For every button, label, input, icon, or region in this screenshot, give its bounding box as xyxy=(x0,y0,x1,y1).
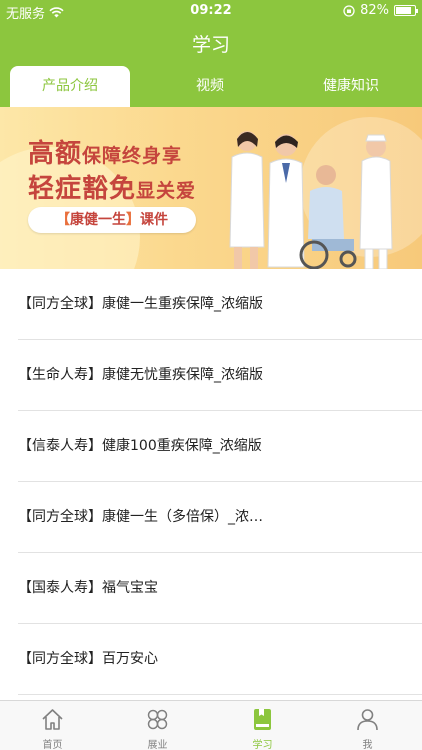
tabbar-item-me[interactable]: 我 xyxy=(315,701,420,750)
tab-bar-top: 产品介绍 视频 健康知识 xyxy=(0,66,422,107)
tabbar-label-business: 展业 xyxy=(147,740,168,750)
tab-product-intro[interactable]: 产品介绍 xyxy=(10,66,130,107)
battery-percent: 82% xyxy=(360,3,389,18)
tab-video[interactable]: 视频 xyxy=(150,66,270,107)
orientation-lock-icon xyxy=(343,4,355,17)
list-item[interactable]: 【同方全球】康健一生（多倍保）_浓… xyxy=(0,482,422,553)
tabbar-label-me: 我 xyxy=(362,740,373,750)
list-item[interactable]: 【同方全球】百万安心 xyxy=(0,624,422,695)
status-bar: 无服务 09:22 82% xyxy=(0,0,422,22)
banner-course-pill: 【康健一生】课件 xyxy=(28,207,196,233)
list-item[interactable]: 【同方全球】康健一生重疾保障_浓缩版 xyxy=(0,269,422,340)
tabbar-label-study: 学习 xyxy=(252,740,273,750)
tab-health-knowledge[interactable]: 健康知识 xyxy=(290,66,412,107)
bottom-tab-bar: 首页 展业 学习 我 xyxy=(0,700,422,750)
person-icon xyxy=(357,709,378,731)
banner-medical-illustration xyxy=(229,131,393,269)
promo-banner[interactable]: 高额保障终身享 轻症豁免显关爱 【康健一生】课件 xyxy=(0,107,422,269)
app-header: 无服务 09:22 82% 学习 产品介绍 视频 健康知识 xyxy=(0,0,422,107)
home-icon xyxy=(42,709,63,730)
battery-icon xyxy=(394,5,418,16)
tabbar-label-home: 首页 xyxy=(42,740,63,750)
banner-headline-1: 高额保障终身享 xyxy=(28,139,183,169)
course-list: 【同方全球】康健一生重疾保障_浓缩版 【生命人寿】康健无忧重疾保障_浓缩版 【信… xyxy=(0,269,422,695)
list-item[interactable]: 【国泰人寿】福气宝宝 xyxy=(0,553,422,624)
book-icon xyxy=(254,709,271,730)
list-item[interactable]: 【生命人寿】康健无忧重疾保障_浓缩版 xyxy=(0,340,422,411)
tabbar-item-study[interactable]: 学习 xyxy=(210,701,315,750)
tabbar-item-home[interactable]: 首页 xyxy=(0,701,105,750)
banner-headline-2: 轻症豁免显关爱 xyxy=(28,174,197,204)
list-item[interactable]: 【信泰人寿】健康100重疾保障_浓缩版 xyxy=(0,411,422,482)
page-title: 学习 xyxy=(191,34,230,56)
clover-icon xyxy=(147,709,168,730)
tabbar-item-business[interactable]: 展业 xyxy=(105,701,210,750)
